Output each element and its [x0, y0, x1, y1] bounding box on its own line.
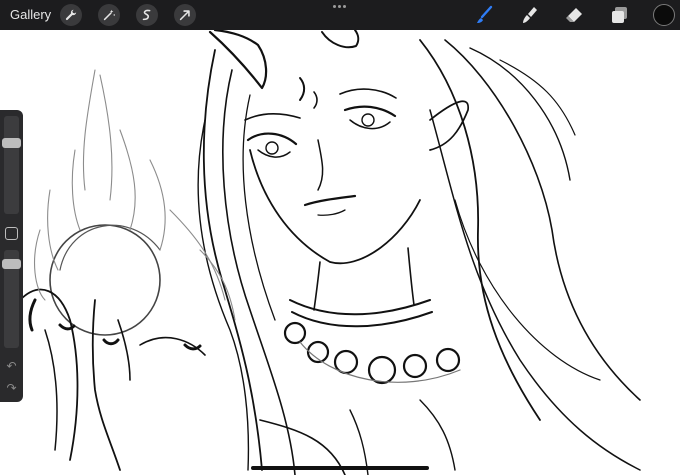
- wrench-icon[interactable]: [60, 4, 82, 26]
- selection-icon[interactable]: [136, 4, 158, 26]
- color-picker-swatch[interactable]: [653, 4, 675, 26]
- top-toolbar: Gallery: [0, 0, 680, 30]
- brush-size-thumb[interactable]: [2, 138, 21, 148]
- opacity-thumb[interactable]: [2, 258, 21, 269]
- brush-icon[interactable]: [475, 5, 495, 25]
- magic-wand-icon[interactable]: [98, 4, 120, 26]
- toolbar-grip[interactable]: [333, 5, 347, 9]
- transform-arrow-icon[interactable]: [174, 4, 196, 26]
- gallery-button[interactable]: Gallery: [10, 7, 51, 22]
- layers-icon[interactable]: [609, 5, 629, 25]
- brush-size-slider[interactable]: [2, 116, 21, 214]
- home-indicator: [251, 466, 429, 470]
- undo-icon[interactable]: ↶: [4, 360, 19, 372]
- eraser-icon[interactable]: [564, 5, 584, 25]
- redo-icon[interactable]: ↷: [4, 382, 19, 394]
- modify-button[interactable]: [5, 227, 18, 240]
- opacity-slider[interactable]: [2, 250, 21, 348]
- left-sidebar: ↶ ↷: [0, 110, 23, 402]
- drawing-canvas[interactable]: [0, 30, 680, 475]
- smudge-icon[interactable]: [520, 5, 540, 25]
